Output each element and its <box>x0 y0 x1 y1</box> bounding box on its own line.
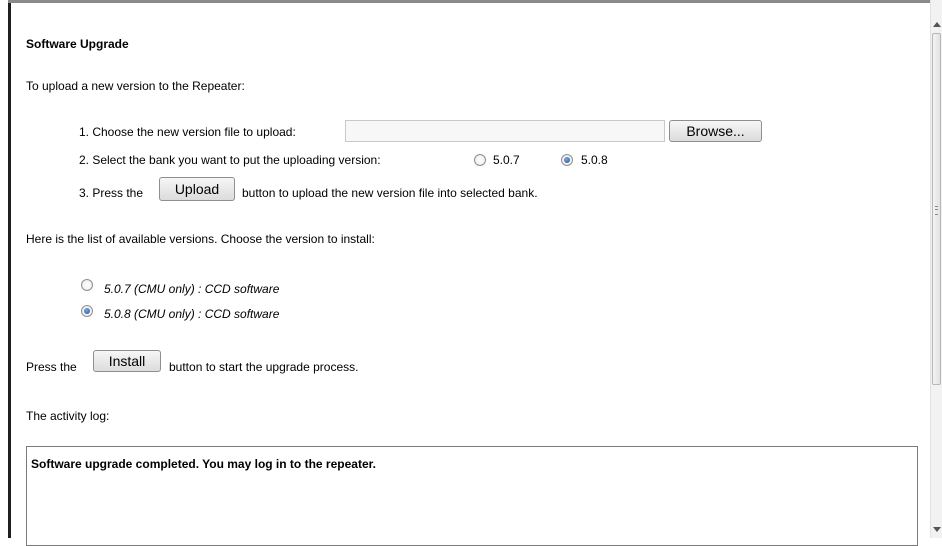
install-prefix: Press the <box>26 360 77 374</box>
install-suffix: button to start the upgrade process. <box>169 360 359 374</box>
step3-suffix: button to upload the new version file in… <box>242 186 538 200</box>
step1-label: 1. Choose the new version file to upload… <box>79 125 296 139</box>
version-507-radio[interactable] <box>81 279 93 291</box>
scroll-thumb[interactable] <box>932 33 941 385</box>
bank-508-label: 5.0.8 <box>581 153 608 167</box>
upload-intro: To upload a new version to the Repeater: <box>26 79 245 93</box>
vertical-scrollbar[interactable] <box>930 0 942 538</box>
scroll-down-arrow-icon[interactable] <box>933 527 941 532</box>
bank-507-radio[interactable] <box>474 154 486 166</box>
activity-log-text: Software upgrade completed. You may log … <box>31 457 376 471</box>
scroll-grip-icon <box>935 206 938 215</box>
page-title: Software Upgrade <box>26 37 129 51</box>
window-left-border <box>0 0 11 538</box>
upload-button[interactable]: Upload <box>159 177 235 201</box>
version-508-radio[interactable] <box>81 305 93 317</box>
software-upgrade-panel: Software Upgrade To upload a new version… <box>26 0 926 546</box>
bank-508-radio[interactable] <box>561 154 573 166</box>
install-button[interactable]: Install <box>93 350 161 372</box>
step3-prefix: 3. Press the <box>79 186 144 200</box>
bank-507-label: 5.0.7 <box>493 153 520 167</box>
activity-log-box[interactable]: Software upgrade completed. You may log … <box>26 446 918 546</box>
browse-button[interactable]: Browse... <box>669 120 762 142</box>
activity-log-label: The activity log: <box>26 409 110 423</box>
scroll-up-arrow-icon[interactable] <box>933 22 941 27</box>
version-508-label: 5.0.8 (CMU only) : CCD software <box>104 307 280 321</box>
file-path-input[interactable] <box>345 120 665 142</box>
version-507-label: 5.0.7 (CMU only) : CCD software <box>104 282 280 296</box>
versions-intro: Here is the list of available versions. … <box>26 232 375 246</box>
step2-label: 2. Select the bank you want to put the u… <box>79 153 381 167</box>
